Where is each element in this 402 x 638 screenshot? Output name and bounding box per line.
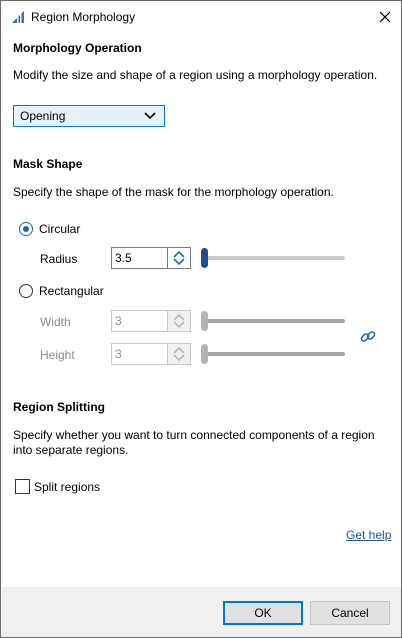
morphology-description: Modify the size and shape of a region us…	[13, 68, 378, 82]
get-help-link[interactable]: Get help	[346, 528, 391, 542]
region-morphology-app-icon	[12, 11, 24, 23]
radius-stepper[interactable]: 3.5	[111, 247, 191, 269]
width-spin-button[interactable]	[167, 311, 190, 331]
width-slider-track[interactable]	[201, 319, 345, 323]
ok-button[interactable]: OK	[223, 601, 303, 625]
split-regions-checkbox[interactable]	[15, 479, 30, 494]
circular-label: Circular	[39, 222, 81, 236]
splitting-description-line1: Specify whether you want to turn connect…	[13, 428, 375, 442]
height-slider-track[interactable]	[201, 352, 345, 356]
width-slider-thumb[interactable]	[201, 311, 208, 331]
operation-dropdown[interactable]: Opening	[13, 105, 165, 127]
radius-label: Radius	[40, 252, 78, 266]
splitting-description-line2: into separate regions.	[13, 443, 129, 457]
radius-slider-track[interactable]	[201, 256, 345, 260]
split-regions-label: Split regions	[34, 480, 101, 494]
height-spin-button[interactable]	[167, 344, 190, 364]
mask-description: Specify the shape of the mask for the mo…	[13, 185, 334, 199]
mask-section-title: Mask Shape	[13, 157, 83, 171]
radius-value: 3.5	[115, 251, 132, 265]
radius-slider-thumb[interactable]	[201, 248, 208, 268]
chevron-down-icon	[144, 112, 156, 120]
radius-spin-button[interactable]	[167, 248, 190, 268]
morphology-section-title: Morphology Operation	[13, 41, 142, 55]
window-title: Region Morphology	[31, 10, 136, 24]
height-value: 3	[115, 347, 122, 361]
spin-up-down-icon	[173, 346, 185, 362]
title-bar: Region Morphology	[1, 1, 401, 33]
width-value: 3	[115, 314, 122, 328]
width-label: Width	[40, 315, 71, 329]
spin-up-down-icon	[173, 313, 185, 329]
height-stepper[interactable]: 3	[111, 343, 191, 365]
chain-link-icon[interactable]	[359, 328, 377, 346]
height-label: Height	[40, 348, 75, 362]
circular-radio[interactable]	[19, 222, 33, 236]
cancel-button[interactable]: Cancel	[310, 601, 390, 625]
dialog-window: Region Morphology Morphology Operation M…	[0, 0, 402, 638]
close-icon[interactable]	[376, 8, 394, 26]
width-stepper[interactable]: 3	[111, 310, 191, 332]
splitting-section-title: Region Splitting	[13, 400, 105, 414]
operation-dropdown-value: Opening	[20, 109, 66, 123]
spin-up-down-icon	[173, 250, 185, 266]
height-slider-thumb[interactable]	[201, 344, 208, 364]
rectangular-radio[interactable]	[19, 284, 33, 298]
rectangular-label: Rectangular	[39, 284, 104, 298]
